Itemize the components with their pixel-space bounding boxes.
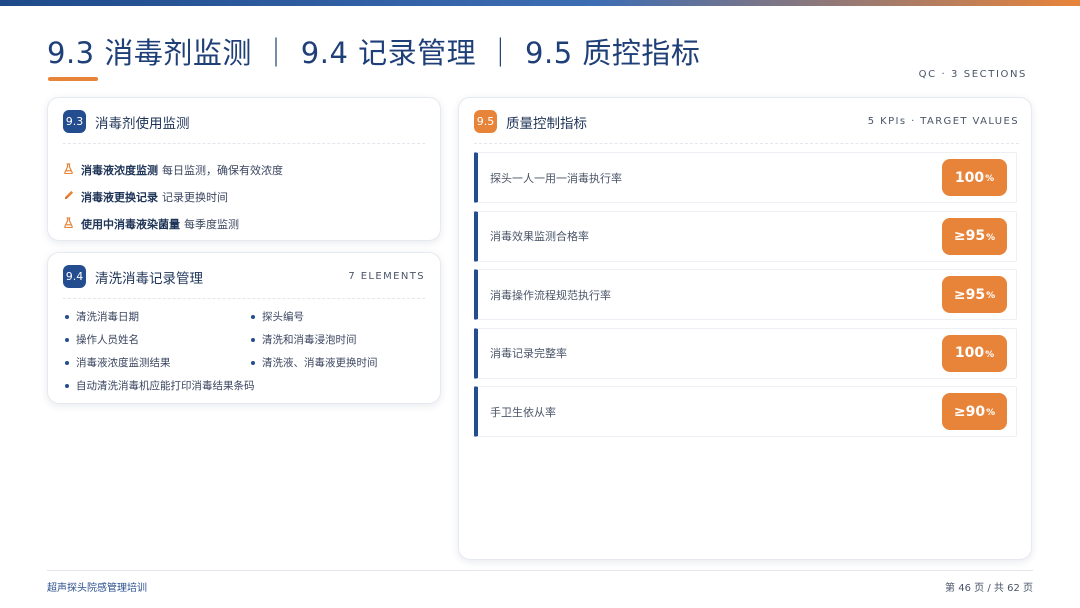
item-title: 消毒液浓度监测 (81, 163, 158, 177)
kpi-value: 100 (954, 169, 985, 186)
monitoring-item: 消毒液更换记录 记录更换时间 (63, 183, 425, 210)
item-title: 使用中消毒液染菌量 (81, 217, 180, 231)
bullet-dot (65, 314, 69, 319)
kpi-value: 100 (954, 345, 985, 361)
item-text: 每日监测，确保有效浓度 (162, 163, 283, 177)
kpi-row: 消毒记录完整率 100% (474, 327, 1017, 379)
list-item-label: 清洗消毒日期 (76, 311, 139, 323)
kpi-label: 消毒记录完整率 (490, 347, 567, 360)
list-item: 清洗液、消毒液更换时间 (249, 351, 429, 374)
kpi-unit: % (986, 291, 996, 301)
kpi-row: 消毒效果监测合格率 ≥95% (474, 210, 1017, 262)
kpi-label: 探头一人一用一消毒执行率 (490, 171, 622, 185)
bullet-dot (65, 337, 69, 342)
kpi-count-meta: 5 KPIs · TARGET VALUES (867, 116, 1019, 127)
card-header: 9.3 消毒剂使用监测 (63, 110, 425, 133)
kpi-target-badge: ≥90% (942, 393, 1007, 430)
kpi-row: 手卫生依从率 ≥90% (474, 386, 1017, 437)
bullet-dot (65, 360, 69, 365)
card-header: 9.5 质量控制指标 5 KPIs · TARGET VALUES (474, 110, 1019, 133)
list-item-label: 操作人员姓名 (76, 334, 139, 346)
kpi-value: ≥95 (953, 286, 986, 303)
page-prefix: 第 (945, 583, 956, 594)
kpi-unit: % (985, 174, 995, 184)
section-badge: 9.5 (474, 110, 497, 133)
item-title: 消毒液更换记录 (81, 190, 158, 204)
list-item-label: 探头编号 (262, 311, 304, 323)
kpi-target-badge: ≥95% (942, 276, 1007, 313)
list-item: 自动清洗消毒机应能打印消毒结果条码 (63, 374, 429, 397)
page-suffix: 页 (1023, 583, 1033, 594)
page-current: 46 (958, 583, 971, 594)
item-text: 每季度监测 (184, 217, 239, 231)
monitoring-item: 使用中消毒液染菌量 每季度监测 (63, 210, 425, 237)
monitoring-item: 消毒液浓度监测 每日监测，确保有效浓度 (63, 156, 425, 183)
pencil-icon (63, 190, 81, 204)
footer-course-title: 超声探头院感管理培训 (47, 583, 147, 594)
kpi-row: 消毒操作流程规范执行率 ≥95% (474, 269, 1017, 320)
record-elements-list: 清洗消毒日期 探头编号 操作人员姓名 清洗和消毒浸泡时间 消毒液浓度监测结果 清… (63, 305, 425, 397)
divider (474, 143, 1019, 144)
top-accent-bar (0, 0, 1080, 6)
title-underline (48, 77, 98, 81)
list-item-label: 清洗液、消毒液更换时间 (262, 357, 378, 369)
kpi-label: 手卫生依从率 (490, 405, 556, 419)
bullet-dot (251, 360, 255, 365)
bullet-dot (251, 314, 255, 319)
divider (63, 143, 425, 144)
kpi-target-badge: ≥95% (942, 217, 1007, 255)
kpi-value: ≥90 (953, 403, 986, 420)
card-title: 清洗消毒记录管理 (95, 270, 203, 287)
item-text: 记录更换时间 (162, 190, 228, 204)
quality-kpi-card: 9.5 质量控制指标 5 KPIs · TARGET VALUES 探头一人一用… (458, 97, 1032, 560)
element-count-meta: 7 ELEMENTS (348, 271, 425, 282)
page-total: 62 (1007, 583, 1020, 594)
card-title: 消毒剂使用监测 (95, 115, 190, 132)
page-mid: 页 / 共 (974, 583, 1004, 594)
kpi-row: 探头一人一用一消毒执行率 100% (474, 152, 1017, 203)
page-title: 9.3 消毒剂监测 ｜ 9.4 记录管理 ｜ 9.5 质控指标 (47, 36, 701, 70)
kpi-target-badge: 100% (942, 159, 1007, 196)
list-item-label: 清洗和消毒浸泡时间 (262, 334, 357, 346)
list-item: 消毒液浓度监测结果 (63, 351, 249, 374)
kpi-list: 探头一人一用一消毒执行率 100% 消毒效果监测合格率 ≥95% 消毒操作流程规… (474, 152, 1019, 437)
card-title: 质量控制指标 (506, 115, 587, 132)
kpi-unit: % (986, 232, 996, 243)
kpi-unit: % (986, 408, 996, 418)
kpi-value: ≥95 (953, 228, 986, 244)
kpi-label: 消毒效果监测合格率 (490, 230, 589, 243)
section-badge: 9.3 (63, 110, 86, 133)
list-item-label: 自动清洗消毒机应能打印消毒结果条码 (76, 380, 255, 392)
divider (63, 298, 425, 299)
flask-icon (63, 162, 81, 177)
list-item-label: 消毒液浓度监测结果 (76, 357, 171, 369)
page-indicator: 第 46 页 / 共 62 页 (945, 579, 1033, 594)
kpi-label: 消毒操作流程规范执行率 (490, 288, 611, 302)
section-badge: 9.4 (63, 265, 86, 288)
bullet-dot (251, 337, 255, 342)
kpi-unit: % (985, 349, 995, 360)
list-item: 操作人员姓名 (63, 328, 249, 351)
kpi-target-badge: 100% (942, 334, 1007, 372)
list-item: 清洗和消毒浸泡时间 (249, 328, 429, 351)
footer-divider (47, 570, 1033, 571)
bullet-dot (65, 383, 69, 388)
cleaning-records-card: 9.4 清洗消毒记录管理 7 ELEMENTS 清洗消毒日期 探头编号 操作人员… (47, 252, 441, 404)
disinfectant-monitoring-card: 9.3 消毒剂使用监测 消毒液浓度监测 每日监测，确保有效浓度 消毒液更换记录 … (47, 97, 441, 241)
list-item: 清洗消毒日期 (63, 305, 249, 328)
card-header: 9.4 清洗消毒记录管理 7 ELEMENTS (63, 265, 425, 288)
section-count-meta: QC · 3 SECTIONS (918, 69, 1027, 80)
flask-icon (63, 216, 81, 231)
list-item: 探头编号 (249, 305, 429, 328)
